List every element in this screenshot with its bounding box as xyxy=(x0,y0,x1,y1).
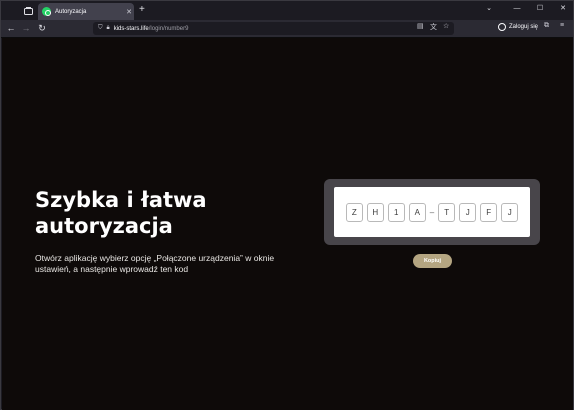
browser-window: Autoryzacja ✕ + ⌄ — ☐ ✕ ← → ↻ ⛉ 🔒︎ kids-… xyxy=(0,0,574,410)
sign-in-label: Zaloguj się xyxy=(509,24,539,30)
close-window-button[interactable]: ✕ xyxy=(556,4,570,14)
star-icon[interactable]: ☆ xyxy=(443,22,449,30)
tab-title: Autoryzacja xyxy=(55,8,87,15)
code-char: Z xyxy=(345,202,363,222)
minimize-button[interactable]: — xyxy=(510,4,524,14)
copy-code-button[interactable]: Kopiuj xyxy=(413,254,452,268)
code-char: F xyxy=(480,202,498,222)
tab-close-icon[interactable]: ✕ xyxy=(124,8,134,16)
shield-icon[interactable]: ⛉ xyxy=(98,25,103,32)
page-title: Szybka i łatwa autoryzacja xyxy=(35,188,207,238)
code-char: A xyxy=(408,202,426,222)
code-char: J xyxy=(459,202,477,222)
code-char: 1 xyxy=(387,202,405,222)
translate-icon[interactable]: 文 xyxy=(430,22,437,32)
navigation-toolbar: ← → ↻ ⛉ 🔒︎ kids-stars.life/login/number9… xyxy=(1,20,573,38)
reload-button[interactable]: ↻ xyxy=(36,23,48,34)
forward-button[interactable]: → xyxy=(20,23,32,34)
url-path: /login/number9 xyxy=(148,25,189,32)
url-host: kids-stars.life xyxy=(113,25,149,32)
code-char: T xyxy=(438,202,456,222)
menu-icon[interactable]: ≡ xyxy=(560,22,564,29)
code-frame: Z H 1 A – T J F J xyxy=(324,179,540,245)
new-tab-button[interactable]: + xyxy=(139,4,145,16)
code-char: H xyxy=(366,202,384,222)
whatsapp-favicon-icon xyxy=(42,7,51,16)
lock-icon[interactable]: 🔒︎ xyxy=(107,25,110,32)
tab-overview-icon[interactable] xyxy=(21,4,35,17)
code-char: J xyxy=(501,202,519,222)
page-content: Szybka i łatwa autoryzacja Otwórz aplika… xyxy=(2,38,573,410)
tab-autoryzacja[interactable]: Autoryzacja ✕ xyxy=(38,3,134,20)
reader-view-icon[interactable]: ▤ xyxy=(417,22,424,30)
extensions-icon[interactable]: ⧉ xyxy=(544,22,549,30)
address-bar[interactable]: ⛉ 🔒︎ kids-stars.life/login/number9 xyxy=(93,22,454,35)
tab-strip: Autoryzacja ✕ + ⌄ — ☐ ✕ xyxy=(1,1,573,20)
account-icon xyxy=(498,23,506,31)
sign-in-button[interactable]: Zaloguj się xyxy=(498,23,538,31)
list-all-tabs-icon[interactable]: ⌄ xyxy=(482,4,496,14)
code-separator: – xyxy=(429,207,435,217)
maximize-button[interactable]: ☐ xyxy=(533,4,547,14)
instructions-text: Otwórz aplikację wybierz opcję „Połączon… xyxy=(35,253,275,274)
back-button[interactable]: ← xyxy=(5,23,17,34)
code-display: Z H 1 A – T J F J xyxy=(334,187,530,237)
